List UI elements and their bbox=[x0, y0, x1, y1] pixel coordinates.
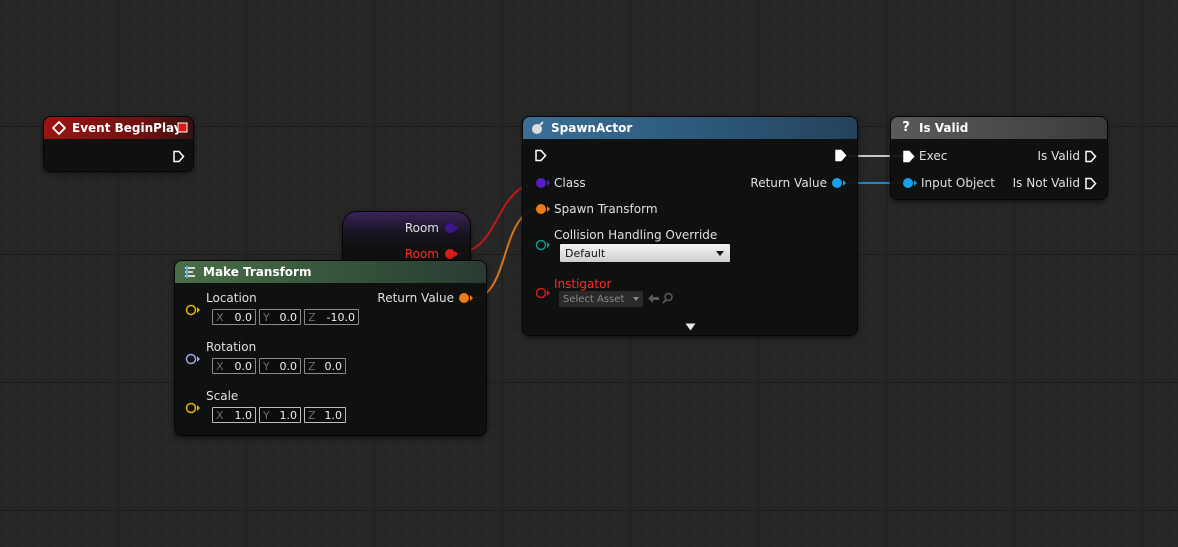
rotation-y-value: 0.0 bbox=[279, 359, 298, 373]
is-valid-input-object-label: Input Object bbox=[921, 176, 995, 190]
scale-z-field[interactable]: Z 1.0 bbox=[304, 407, 346, 423]
location-y-field[interactable]: Y 0.0 bbox=[259, 309, 301, 325]
room-input-label: Room bbox=[404, 221, 439, 235]
is-valid-exec-in[interactable]: Exec bbox=[902, 149, 947, 163]
event-begin-play-exec-out[interactable] bbox=[172, 150, 185, 163]
select-asset-text: Select Asset bbox=[563, 293, 625, 305]
room-input-pin[interactable]: Room bbox=[405, 221, 458, 235]
scale-z-value: 1.0 bbox=[324, 408, 343, 422]
is-valid-node[interactable]: ? Is Valid Exec Input Object Is Valid Is… bbox=[891, 117, 1107, 199]
spawn-actor-return-pin[interactable]: Return Value bbox=[750, 176, 847, 190]
spawn-actor-instigator-pin[interactable] bbox=[535, 287, 551, 299]
function-icon bbox=[183, 265, 197, 279]
is-valid-false-label: Is Not Valid bbox=[1012, 176, 1080, 190]
scale-label: Scale bbox=[206, 389, 239, 403]
spawn-actor-exec-in[interactable] bbox=[534, 149, 547, 162]
event-diamond-icon bbox=[51, 120, 67, 136]
is-valid-false-out[interactable]: Is Not Valid bbox=[1013, 176, 1097, 190]
instigator-asset-picker[interactable]: Select Asset bbox=[559, 291, 643, 307]
scale-y-value: 1.0 bbox=[279, 408, 298, 422]
location-x-field[interactable]: X 0.0 bbox=[212, 309, 256, 325]
blueprint-graph-canvas[interactable]: Event BeginPlay SpawnActor Class Spawn T… bbox=[0, 0, 1178, 547]
delegate-square-icon[interactable] bbox=[177, 122, 188, 136]
is-valid-title: Is Valid bbox=[919, 121, 969, 135]
is-valid-exec-label: Exec bbox=[919, 149, 948, 163]
spawn-actor-node[interactable]: SpawnActor Class Spawn Transform Collisi… bbox=[523, 117, 857, 335]
event-begin-play-header[interactable]: Event BeginPlay bbox=[44, 117, 193, 139]
is-valid-true-out[interactable]: Is Valid bbox=[1037, 149, 1097, 163]
rotation-y-field[interactable]: Y 0.0 bbox=[259, 358, 301, 374]
scale-x-field[interactable]: X 1.0 bbox=[212, 407, 256, 423]
is-valid-input-object-pin[interactable]: Input Object bbox=[902, 176, 995, 190]
make-transform-return-label: Return Value bbox=[377, 291, 454, 305]
location-x-value: 0.0 bbox=[234, 310, 253, 324]
scale-pin[interactable] bbox=[185, 402, 201, 414]
browse-search-icon[interactable] bbox=[662, 292, 674, 307]
spawn-actor-class-label: Class bbox=[554, 176, 586, 190]
scale-y-field[interactable]: Y 1.0 bbox=[259, 407, 301, 423]
location-pin[interactable] bbox=[185, 304, 201, 316]
location-z-field[interactable]: Z -10.0 bbox=[304, 309, 359, 325]
rotation-pin[interactable] bbox=[185, 353, 201, 365]
spawn-actor-class-pin[interactable]: Class bbox=[535, 176, 586, 190]
make-transform-node[interactable]: Make Transform Location X 0.0 Y 0.0 Z -10.0… bbox=[175, 261, 486, 435]
spawn-actor-collision-label: Collision Handling Override bbox=[554, 228, 718, 242]
question-mark-icon: ? bbox=[902, 120, 910, 135]
rotation-z-value: 0.0 bbox=[324, 359, 343, 373]
location-label: Location bbox=[206, 291, 257, 305]
rotation-x-value: 0.0 bbox=[234, 359, 253, 373]
chevron-down-icon[interactable] bbox=[685, 320, 696, 334]
location-z-value: -10.0 bbox=[326, 310, 355, 324]
room-output-label: Room bbox=[404, 247, 439, 261]
rotation-x-field[interactable]: X 0.0 bbox=[212, 358, 256, 374]
make-transform-header[interactable]: Make Transform bbox=[175, 261, 486, 283]
rotation-z-field[interactable]: Z 0.0 bbox=[304, 358, 346, 374]
picker-arrow-icon bbox=[633, 297, 639, 301]
collision-handling-value: Default bbox=[565, 246, 606, 260]
is-valid-true-label: Is Valid bbox=[1037, 149, 1080, 163]
rotation-label: Rotation bbox=[206, 340, 257, 354]
spawn-actor-title: SpawnActor bbox=[551, 121, 633, 135]
is-valid-header[interactable]: ? Is Valid bbox=[891, 117, 1107, 139]
spawn-actor-icon bbox=[531, 121, 545, 135]
spawn-actor-header[interactable]: SpawnActor bbox=[523, 117, 857, 139]
location-y-value: 0.0 bbox=[279, 310, 298, 324]
dropdown-arrow-icon bbox=[716, 251, 724, 256]
room-output-pin[interactable]: Room bbox=[405, 247, 458, 261]
spawn-actor-transform-pin[interactable]: Spawn Transform bbox=[535, 202, 658, 216]
collision-handling-dropdown[interactable]: Default bbox=[559, 243, 731, 263]
spawn-actor-collision-pin[interactable] bbox=[535, 239, 551, 251]
spawn-actor-instigator-label: Instigator bbox=[554, 277, 612, 291]
use-selected-arrow-icon[interactable] bbox=[647, 293, 660, 307]
spawn-actor-return-label: Return Value bbox=[750, 176, 827, 190]
location-vector-fields: X 0.0 Y 0.0 Z -10.0 bbox=[212, 309, 359, 325]
spawn-actor-transform-label: Spawn Transform bbox=[554, 202, 658, 216]
spawn-actor-exec-out[interactable] bbox=[834, 149, 847, 162]
scale-vector-fields: X 1.0 Y 1.0 Z 1.0 bbox=[212, 407, 346, 423]
scale-x-value: 1.0 bbox=[234, 408, 253, 422]
rotation-vector-fields: X 0.0 Y 0.0 Z 0.0 bbox=[212, 358, 346, 374]
make-transform-title: Make Transform bbox=[203, 265, 312, 279]
make-transform-return-pin[interactable]: Return Value bbox=[377, 291, 474, 305]
event-begin-play-title: Event BeginPlay bbox=[72, 121, 182, 135]
event-begin-play-node[interactable]: Event BeginPlay bbox=[44, 117, 193, 171]
